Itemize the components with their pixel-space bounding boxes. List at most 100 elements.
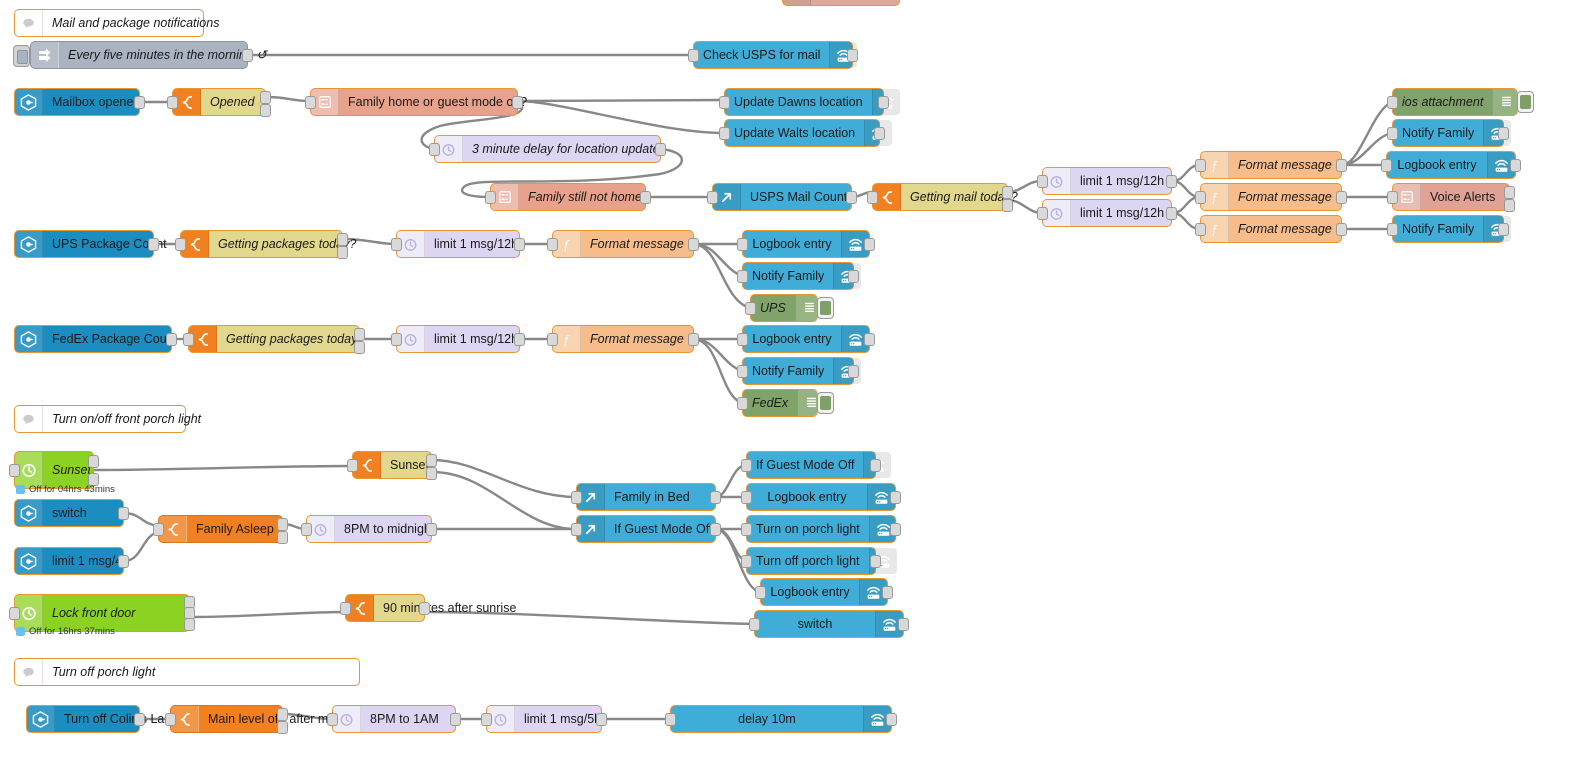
input-port[interactable] [737,238,748,251]
input-port[interactable] [481,713,492,726]
output-port[interactable] [848,270,859,283]
output-port-1[interactable] [277,708,288,721]
input-port[interactable] [571,491,582,504]
function-node-format-message-ups[interactable]: f Format message [547,230,699,258]
input-port[interactable] [9,607,20,620]
output-port[interactable] [118,507,129,520]
input-port[interactable] [571,523,582,536]
input-port[interactable] [749,618,760,631]
input-port[interactable] [1387,96,1398,109]
output-port[interactable] [1336,159,1347,172]
input-port[interactable] [547,238,558,251]
input-port[interactable] [719,96,730,109]
output-port[interactable] [710,491,721,504]
output-port[interactable] [1166,175,1177,188]
output-port[interactable] [166,333,177,346]
input-port[interactable] [9,464,20,477]
input-port[interactable] [741,523,752,536]
output-port[interactable] [134,713,145,726]
switch-node-getting-packages-today-ups[interactable]: Getting packages today? [175,230,356,259]
output-port[interactable] [890,523,901,536]
api-call-node-update-walts-location[interactable]: Update Walts location [719,119,893,147]
delay-node-delay-10m[interactable]: limit 1 msg/5h [481,705,607,733]
input-port[interactable] [737,270,748,283]
comment-node-colins-lamp[interactable]: Turn off porch light [14,658,360,686]
comment-node[interactable]: Mail and package notifications [14,9,219,37]
input-port[interactable] [1195,159,1206,172]
ha-event-node-main-level-off[interactable]: Turn off Colin's Lamp and Upstairs Light… [26,705,404,733]
output-port[interactable] [1336,223,1347,236]
output-port[interactable] [710,523,721,536]
offscreen-node-top[interactable] [782,0,900,6]
input-port[interactable] [167,96,178,109]
api-call-node-update-dawns-location[interactable]: Update Dawns location [719,88,900,116]
input-port[interactable] [1037,207,1048,220]
api-call-node-notify-family-fedex[interactable]: Notify Family [737,357,862,385]
output-port[interactable] [640,191,651,204]
output-port-2[interactable] [337,246,348,259]
debug-toggle-button[interactable] [817,297,834,319]
input-port[interactable] [1387,127,1398,140]
ha-event-node-family-in-bed[interactable]: limit 1 msg/4h [14,547,129,575]
api-call-node-lock-front-door[interactable]: Logbook entry [755,578,893,606]
input-port[interactable] [741,459,752,472]
output-port-2[interactable] [354,341,365,354]
output-port[interactable] [1166,207,1177,220]
input-port[interactable] [1387,191,1398,204]
output-port[interactable] [514,238,525,251]
output-port[interactable] [688,238,699,251]
function-node-format-message-1[interactable]: f Format message [1195,151,1347,179]
output-port[interactable] [847,49,858,62]
api-call-node-logbook-entry-1[interactable]: Logbook entry [1381,151,1521,179]
ha-event-node-fedex-package-count[interactable]: FedEx Package Count [14,325,177,353]
output-port-2[interactable] [277,531,288,544]
delay-node-limit-12h-fedex[interactable]: limit 1 msg/12h [391,325,525,353]
switch-node-sunrise-switch[interactable]: 90 minutes after sunrise [340,594,516,622]
output-port[interactable] [596,713,607,726]
input-port[interactable] [745,302,756,315]
output-port[interactable] [1510,159,1521,172]
output-port-2[interactable] [277,721,288,734]
delay-node-limit-5h[interactable]: 8PM to 1AM [327,705,461,733]
output-port[interactable] [1498,127,1509,140]
switch-node-opened[interactable]: Opened [167,88,271,117]
time-range-node-8pm-to-1am[interactable]: Main level off [165,705,288,734]
input-port[interactable] [741,491,752,504]
input-port[interactable] [347,459,358,472]
output-port[interactable] [148,238,159,251]
api-call-node-logbook-entry-fedex[interactable]: Logbook entry [737,325,875,353]
input-port[interactable] [175,238,186,251]
output-port-1[interactable] [354,328,365,341]
input-port[interactable] [305,96,316,109]
output-port[interactable] [898,618,909,631]
comment-node-porch-light[interactable]: Turn on/off front porch light [14,405,201,433]
input-port[interactable] [153,523,164,536]
function-node-format-message-2[interactable]: f Format message [1195,183,1347,211]
output-port[interactable] [514,333,525,346]
input-port[interactable] [1381,159,1392,172]
input-port[interactable] [485,191,496,204]
input-port[interactable] [301,523,312,536]
input-port[interactable] [665,713,676,726]
output-port[interactable] [846,191,857,204]
api-call-node-check-usps-for-mail[interactable]: Check USPS for mail [688,41,858,69]
rbe-node-voice-alerts[interactable]: Voice Alerts [1387,183,1515,212]
input-port[interactable] [1195,191,1206,204]
output-port-2[interactable] [1504,199,1515,212]
ha-event-node-family-asleep[interactable]: switch [14,499,129,527]
input-port[interactable] [688,49,699,62]
rbe-node-family-home-or-guest-mode[interactable]: Family home or guest mode on? [305,88,527,116]
input-port[interactable] [867,191,878,204]
api-call-node-notify-family-2[interactable]: Notify Family [1387,215,1512,243]
output-port[interactable] [1336,191,1347,204]
input-port[interactable] [741,555,752,568]
debug-toggle-button[interactable] [1517,91,1534,113]
link-in-node-usps-mail-count[interactable]: USPS Mail Count [707,183,857,211]
function-node-format-message-fedex[interactable]: f Format message [547,325,699,353]
switch-node-getting-packages-today-fedex[interactable]: Getting packages today? [183,325,365,354]
output-port[interactable] [134,96,145,109]
api-call-node-turn-off-porch-light-2[interactable]: switch [749,610,909,638]
output-port[interactable] [242,49,253,62]
output-port-2[interactable] [426,467,437,480]
output-port-1[interactable] [277,518,288,531]
